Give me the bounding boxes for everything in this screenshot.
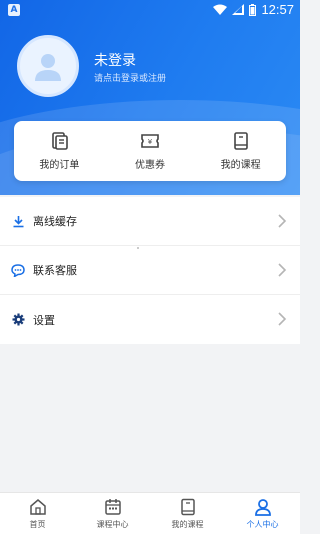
wifi-icon	[213, 4, 228, 15]
tab-course-center[interactable]: 课程中心	[75, 493, 150, 534]
my-courses-label: 我的课程	[220, 160, 261, 171]
quick-actions-card: 我的订单 ¥ 优惠券 我的课程	[14, 121, 286, 181]
signal-icon	[232, 4, 245, 15]
gear-icon	[12, 313, 24, 326]
orders-icon	[52, 132, 69, 150]
home-icon	[29, 498, 46, 515]
chevron-right-icon	[278, 214, 287, 228]
chat-icon	[11, 263, 25, 277]
avatar[interactable]	[17, 35, 79, 97]
tab-label: 课程中心	[96, 519, 129, 529]
book-icon	[180, 498, 195, 515]
app-badge: A	[8, 4, 20, 16]
calendar-icon	[104, 498, 121, 515]
clock: 12:57	[261, 2, 294, 17]
coupon-icon: ¥	[141, 134, 159, 148]
divider-dot	[137, 247, 139, 249]
login-status[interactable]: 未登录	[94, 50, 136, 70]
settings-menu: 离线缓存 联系客服 设置	[0, 197, 300, 344]
menu-item-customer-service[interactable]: 联系客服	[0, 246, 300, 295]
battery-icon	[249, 3, 257, 16]
my-courses-button[interactable]: 我的课程	[195, 121, 286, 181]
coupon-label: 优惠券	[135, 160, 165, 171]
menu-item-offline-cache[interactable]: 离线缓存	[0, 197, 300, 246]
menu-item-label: 设置	[33, 313, 55, 327]
my-orders-label: 我的订单	[39, 160, 80, 171]
user-placeholder-icon	[35, 54, 61, 81]
status-bar: A 12:57	[0, 0, 300, 20]
my-orders-button[interactable]: 我的订单	[14, 121, 105, 181]
login-hint[interactable]: 请点击登录或注册	[94, 71, 166, 84]
course-book-icon	[233, 132, 248, 150]
tab-label: 个人中心	[246, 519, 279, 529]
person-icon	[254, 498, 271, 516]
tab-profile[interactable]: 个人中心	[225, 493, 300, 534]
chevron-right-icon	[278, 312, 287, 326]
chevron-right-icon	[278, 263, 287, 277]
tab-label: 我的课程	[171, 519, 204, 529]
menu-item-settings[interactable]: 设置	[0, 295, 300, 344]
menu-item-label: 联系客服	[33, 264, 77, 277]
tab-my-courses[interactable]: 我的课程	[150, 493, 225, 534]
download-icon	[13, 215, 23, 227]
tab-home[interactable]: 首页	[0, 493, 75, 534]
bottom-nav: 首页 课程中心 我的课程 个人中心	[0, 492, 300, 534]
svg-text:¥: ¥	[148, 138, 153, 146]
coupon-button[interactable]: ¥ 优惠券	[105, 121, 196, 181]
menu-item-label: 离线缓存	[33, 215, 77, 228]
tab-label: 首页	[29, 519, 46, 529]
